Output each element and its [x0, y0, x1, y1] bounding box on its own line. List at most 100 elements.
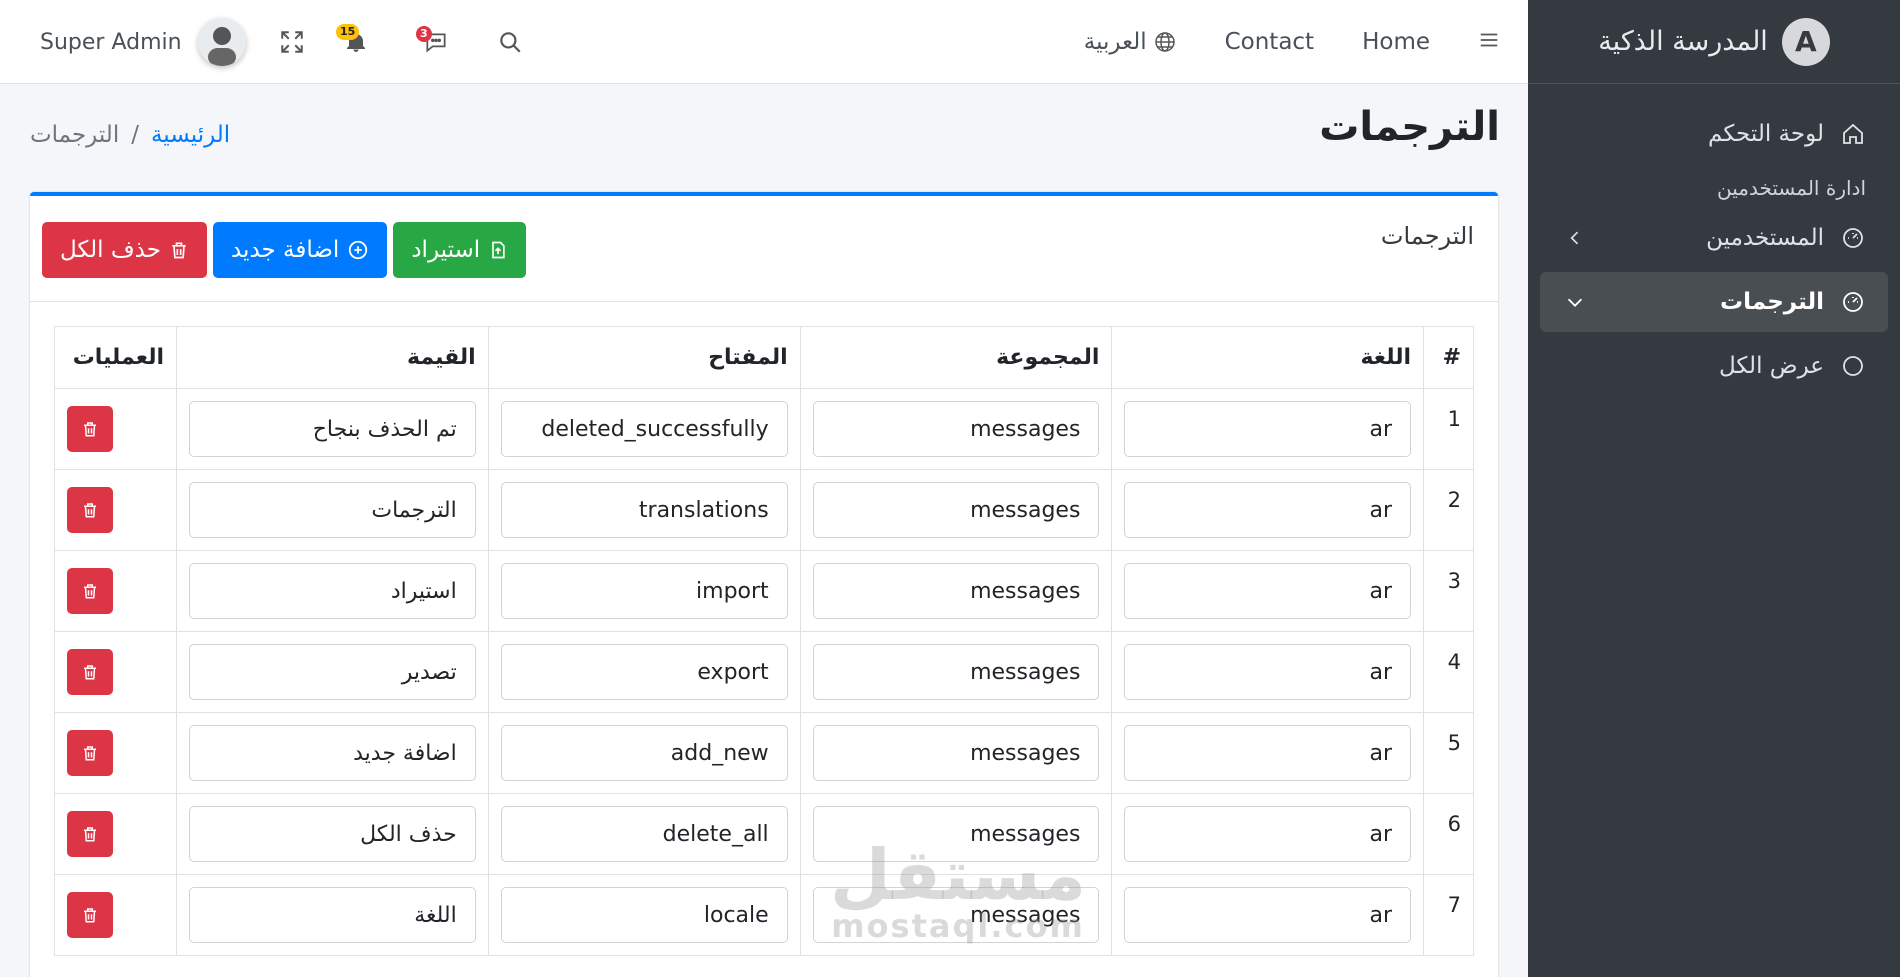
- hamburger-menu-icon[interactable]: [1478, 29, 1500, 55]
- key-input[interactable]: add_new: [500, 725, 788, 781]
- globe-icon: [1154, 32, 1175, 52]
- card-title: الترجمات: [1380, 222, 1474, 250]
- group-input[interactable]: messages: [812, 725, 1100, 781]
- top-navbar: Super Admin 15 3 Home Contact العربية: [0, 0, 1528, 84]
- translations-card: الترجمات حذف الكل اضافة جديد استيراد # ا…: [30, 192, 1498, 977]
- value-cell: استيراد: [176, 550, 489, 632]
- delete-row-button[interactable]: [67, 730, 113, 776]
- locale-cell: ar: [1111, 550, 1425, 632]
- trash-icon: [84, 422, 96, 437]
- sidebar-item-users[interactable]: المستخدمين: [1540, 208, 1888, 268]
- notifications-bell-icon[interactable]: 15: [336, 22, 376, 62]
- messages-icon[interactable]: 3: [416, 22, 456, 62]
- watermark-sub: mostaql.com: [831, 907, 1085, 945]
- row-number: 1: [1423, 388, 1474, 470]
- key-input[interactable]: locale: [500, 887, 788, 943]
- locale-input[interactable]: ar: [1124, 401, 1412, 457]
- group-cell: messages: [799, 712, 1113, 794]
- language-switcher[interactable]: العربية: [1084, 29, 1177, 55]
- trash-icon: [84, 908, 96, 923]
- brand[interactable]: A المدرسة الذكية: [1528, 0, 1900, 84]
- table-row: 4 ar messages export تصدير: [53, 631, 1474, 713]
- key-input[interactable]: deleted_successfully: [500, 401, 788, 457]
- locale-input[interactable]: ar: [1124, 644, 1412, 700]
- locale-input[interactable]: ar: [1124, 482, 1412, 538]
- key-input[interactable]: delete_all: [500, 806, 788, 862]
- add-new-label: اضافة جديد: [230, 237, 340, 263]
- group-input[interactable]: messages: [812, 401, 1100, 457]
- value-input[interactable]: استيراد: [189, 563, 476, 619]
- group-input[interactable]: messages: [812, 563, 1100, 619]
- sidebar-item-label: عرض الكل: [1718, 353, 1824, 379]
- home-link[interactable]: Home: [1362, 29, 1430, 55]
- delete-row-button[interactable]: [67, 487, 113, 533]
- sidebar-section-header: ادارة المستخدمين: [1717, 176, 1866, 200]
- locale-input[interactable]: ar: [1124, 563, 1412, 619]
- user-name[interactable]: Super Admin: [40, 30, 182, 55]
- user-avatar[interactable]: [197, 18, 246, 66]
- sidebar-item-translations[interactable]: الترجمات: [1540, 272, 1888, 332]
- sidebar-item-view-all[interactable]: عرض الكل: [1540, 336, 1888, 396]
- ops-cell: [53, 793, 178, 875]
- sidebar-item-dashboard[interactable]: لوحة التحكم: [1540, 104, 1888, 164]
- value-cell: الترجمات: [176, 469, 489, 551]
- value-cell: اضافة جديد: [176, 712, 489, 794]
- delete-all-button[interactable]: حذف الكل: [42, 222, 207, 278]
- ops-cell: [53, 469, 178, 551]
- group-input[interactable]: messages: [812, 644, 1100, 700]
- speedometer-icon: [1840, 289, 1866, 315]
- chevron-left-icon: [1562, 225, 1588, 251]
- group-cell: messages: [799, 469, 1113, 551]
- delete-row-button[interactable]: [67, 892, 113, 938]
- user-menu[interactable]: Super Admin: [40, 0, 246, 84]
- home-icon: [1840, 121, 1866, 147]
- delete-row-button[interactable]: [67, 568, 113, 614]
- locale-input[interactable]: ar: [1124, 725, 1412, 781]
- speedometer-icon: [1840, 225, 1866, 251]
- delete-row-button[interactable]: [67, 649, 113, 695]
- fullscreen-icon[interactable]: [272, 22, 312, 62]
- watermark-text: مستقل: [830, 834, 1087, 916]
- language-label: العربية: [1083, 29, 1147, 55]
- ops-cell: [53, 388, 178, 470]
- row-number: 2: [1423, 469, 1474, 551]
- key-input[interactable]: export: [500, 644, 788, 700]
- value-cell: حذف الكل: [176, 793, 489, 875]
- value-input[interactable]: اضافة جديد: [189, 725, 476, 781]
- value-input[interactable]: الترجمات: [189, 482, 476, 538]
- value-input[interactable]: تم الحذف بنجاح: [189, 401, 476, 457]
- search-icon[interactable]: [490, 22, 530, 62]
- value-input[interactable]: حذف الكل: [189, 806, 476, 862]
- group-input[interactable]: messages: [812, 482, 1100, 538]
- notifications-badge: 15: [336, 24, 360, 40]
- table-row: 1 ar messages deleted_successfully تم ال…: [53, 388, 1474, 470]
- messages-badge: 3: [416, 26, 432, 42]
- trash-icon: [84, 827, 96, 842]
- circle-icon: [1840, 353, 1866, 379]
- add-new-button[interactable]: اضافة جديد: [212, 222, 388, 278]
- sidebar: A المدرسة الذكية لوحة التحكم ادارة المست…: [1528, 0, 1900, 977]
- value-input[interactable]: اللغة: [189, 887, 476, 943]
- locale-cell: ar: [1111, 793, 1425, 875]
- breadcrumb-current: الترجمات: [30, 122, 120, 148]
- import-button[interactable]: استيراد: [393, 222, 527, 278]
- table-row: 3 ar messages import استيراد: [53, 550, 1474, 632]
- ops-cell: [53, 631, 178, 713]
- brand-logo: A: [1781, 17, 1830, 66]
- delete-row-button[interactable]: [67, 811, 113, 857]
- locale-input[interactable]: ar: [1124, 806, 1412, 862]
- page-title: الترجمات: [1319, 104, 1500, 150]
- key-input[interactable]: translations: [500, 482, 788, 538]
- locale-cell: ar: [1111, 631, 1425, 713]
- ops-cell: [53, 550, 178, 632]
- value-cell: تصدير: [176, 631, 489, 713]
- contact-link[interactable]: Contact: [1225, 29, 1314, 55]
- delete-row-button[interactable]: [67, 406, 113, 452]
- locale-input[interactable]: ar: [1124, 887, 1412, 943]
- value-input[interactable]: تصدير: [189, 644, 476, 700]
- card-actions: حذف الكل اضافة جديد استيراد: [42, 222, 527, 278]
- sidebar-item-label: المستخدمين: [1706, 225, 1824, 251]
- key-input[interactable]: import: [500, 563, 788, 619]
- ops-cell: [53, 712, 178, 794]
- breadcrumb-home-link[interactable]: الرئيسية: [151, 122, 230, 148]
